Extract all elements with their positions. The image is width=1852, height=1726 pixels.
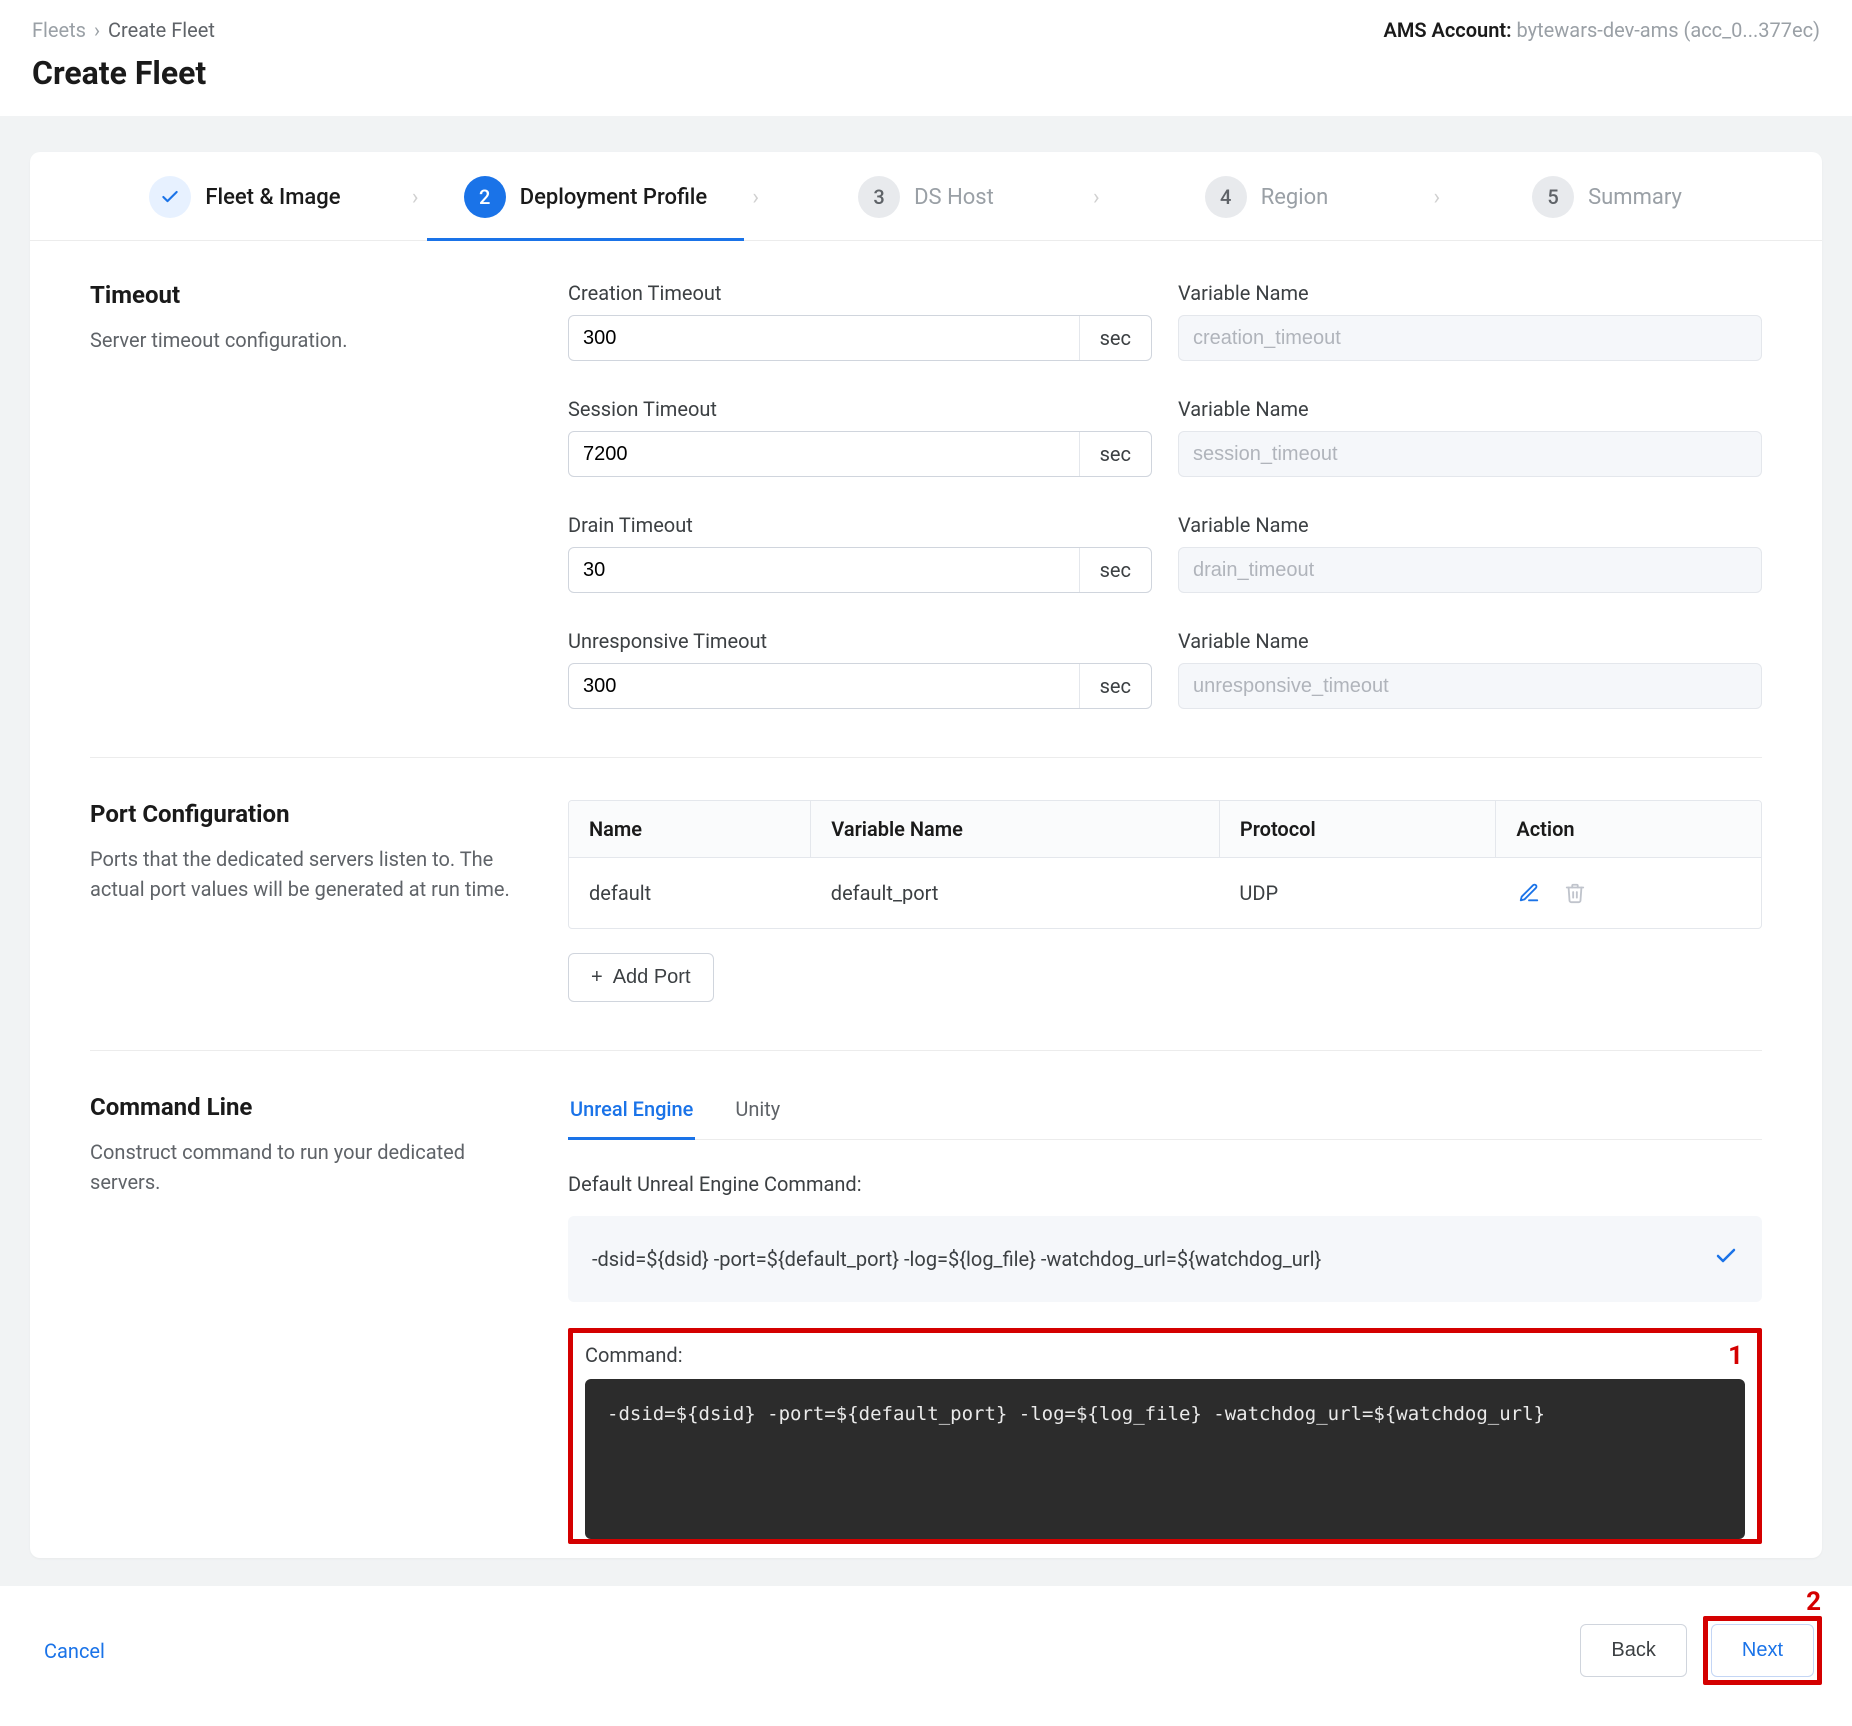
variable-name-label: Variable Name (1178, 397, 1762, 421)
step-fleet-image[interactable]: Fleet & Image (86, 176, 404, 218)
variable-name-label: Variable Name (1178, 629, 1762, 653)
command-editor[interactable]: -dsid=${dsid} -port=${default_port} -log… (585, 1379, 1745, 1539)
step-summary[interactable]: 5 Summary (1448, 176, 1766, 218)
step-number: 4 (1205, 176, 1247, 218)
session-timeout-input[interactable] (569, 432, 1079, 476)
unit-sec: sec (1079, 548, 1151, 592)
section-title: Port Configuration (90, 800, 520, 828)
port-table: Name Variable Name Protocol Action defau… (568, 800, 1762, 929)
step-label: DS Host (914, 185, 994, 210)
chevron-right-icon: › (94, 18, 100, 42)
next-highlight: 2 Next (1703, 1616, 1822, 1685)
command-line-section: Command Line Construct command to run yo… (90, 1093, 1762, 1548)
step-region[interactable]: 4 Region (1108, 176, 1426, 218)
breadcrumb-current: Create Fleet (108, 18, 215, 42)
unresponsive-timeout-input[interactable] (569, 664, 1079, 708)
chevron-right-icon: › (1085, 185, 1108, 210)
creation-timeout-input-wrap: sec (568, 315, 1152, 361)
default-command-box[interactable]: -dsid=${dsid} -port=${default_port} -log… (568, 1216, 1762, 1302)
delete-icon[interactable] (1562, 880, 1588, 906)
col-name: Name (569, 801, 811, 858)
step-number: 3 (858, 176, 900, 218)
add-port-label: Add Port (613, 966, 691, 989)
section-desc: Server timeout configuration. (90, 325, 520, 355)
chevron-right-icon: › (744, 185, 767, 210)
command-highlight: 1 Command: -dsid=${dsid} -port=${default… (568, 1328, 1762, 1544)
creation-timeout-var-input[interactable] (1179, 316, 1761, 360)
step-number: 5 (1532, 176, 1574, 218)
default-command-text: -dsid=${dsid} -port=${default_port} -log… (592, 1247, 1321, 1271)
session-timeout-label: Session Timeout (568, 397, 1152, 421)
section-title: Timeout (90, 281, 520, 309)
step-label: Region (1261, 185, 1329, 210)
edit-icon[interactable] (1516, 880, 1542, 906)
plus-icon: + (591, 966, 603, 989)
step-deployment-profile[interactable]: 2 Deployment Profile (427, 176, 745, 218)
unresponsive-timeout-label: Unresponsive Timeout (568, 629, 1152, 653)
unit-sec: sec (1079, 432, 1151, 476)
drain-timeout-label: Drain Timeout (568, 513, 1152, 537)
section-desc: Ports that the dedicated servers listen … (90, 844, 520, 904)
add-port-button[interactable]: + Add Port (568, 953, 714, 1002)
section-desc: Construct command to run your dedicated … (90, 1137, 520, 1197)
creation-timeout-label: Creation Timeout (568, 281, 1152, 305)
back-button[interactable]: Back (1580, 1624, 1686, 1677)
ams-account: AMS Account: bytewars-dev-ams (acc_0...3… (1384, 18, 1821, 42)
cancel-button[interactable]: Cancel (44, 1639, 105, 1663)
tab-unreal-engine[interactable]: Unreal Engine (568, 1093, 695, 1139)
check-icon (149, 176, 191, 218)
tab-unity[interactable]: Unity (733, 1093, 782, 1139)
unit-sec: sec (1079, 316, 1151, 360)
step-label: Summary (1588, 185, 1682, 210)
timeout-section: Timeout Server timeout configuration. Cr… (90, 281, 1762, 758)
port-var: default_port (811, 858, 1220, 929)
default-command-label: Default Unreal Engine Command: (568, 1172, 1762, 1196)
footer: Cancel Back 2 Next (0, 1586, 1852, 1713)
col-proto: Protocol (1219, 801, 1495, 858)
command-label: Command: (585, 1343, 1745, 1367)
step-label: Deployment Profile (520, 185, 707, 210)
chevron-right-icon: › (404, 185, 427, 210)
port-config-section: Port Configuration Ports that the dedica… (90, 800, 1762, 1051)
creation-timeout-input[interactable] (569, 316, 1079, 360)
variable-name-label: Variable Name (1178, 513, 1762, 537)
section-title: Command Line (90, 1093, 520, 1121)
port-name: default (569, 858, 811, 929)
ams-label: AMS Account: (1384, 18, 1512, 42)
step-number: 2 (464, 176, 506, 218)
creation-timeout-var-wrap (1178, 315, 1762, 361)
drain-timeout-input[interactable] (569, 548, 1079, 592)
page-title: Create Fleet (0, 54, 1852, 116)
unit-sec: sec (1079, 664, 1151, 708)
stepper: Fleet & Image › 2 Deployment Profile › 3… (30, 152, 1822, 241)
session-timeout-var-input[interactable] (1179, 432, 1761, 476)
variable-name-label: Variable Name (1178, 281, 1762, 305)
table-row: default default_port UDP (569, 858, 1761, 929)
annotation-marker-2: 2 (1806, 1587, 1821, 1617)
col-action: Action (1496, 801, 1761, 858)
annotation-marker-1: 1 (1728, 1341, 1743, 1371)
step-ds-host[interactable]: 3 DS Host (767, 176, 1085, 218)
port-proto: UDP (1219, 858, 1495, 929)
unresponsive-timeout-var-input[interactable] (1179, 664, 1761, 708)
step-label: Fleet & Image (205, 185, 340, 210)
breadcrumb-root[interactable]: Fleets (32, 18, 86, 42)
ams-value: bytewars-dev-ams (acc_0...377ec) (1517, 18, 1820, 42)
col-var: Variable Name (811, 801, 1220, 858)
chevron-right-icon: › (1425, 185, 1448, 210)
check-icon (1714, 1244, 1738, 1274)
drain-timeout-var-input[interactable] (1179, 548, 1761, 592)
next-button[interactable]: Next (1711, 1624, 1814, 1677)
breadcrumb: Fleets › Create Fleet (32, 18, 215, 42)
cmd-tabs: Unreal Engine Unity (568, 1093, 1762, 1140)
